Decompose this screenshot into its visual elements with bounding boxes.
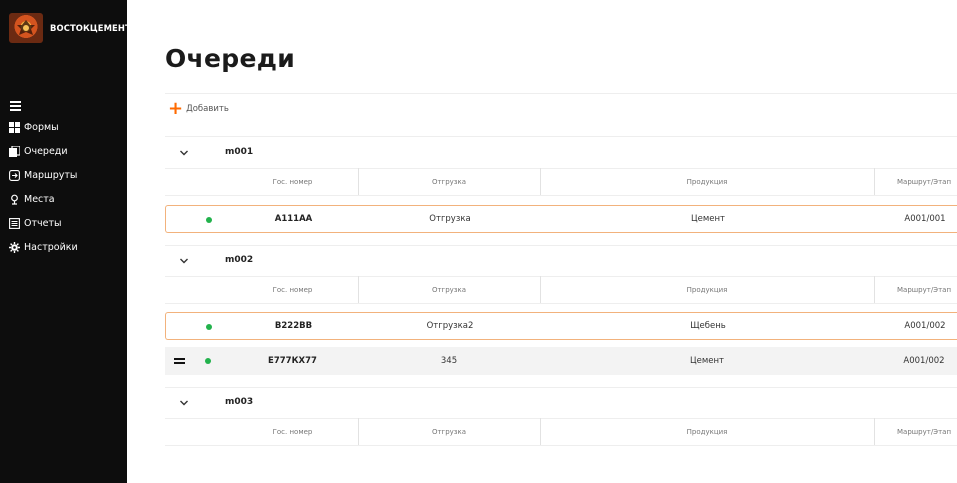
group-name: m002 xyxy=(225,255,254,265)
queues-stack-icon xyxy=(9,146,20,157)
cell-plate: А111АА xyxy=(274,214,313,224)
table-row-dragging[interactable]: Е777КХ77 345 Цемент A001/002 xyxy=(165,347,957,375)
reports-icon xyxy=(9,218,20,229)
places-pin-icon xyxy=(9,194,20,205)
app-root: ВОСТОКЦЕМЕНТ Формы Очереди Маршруты Мест… xyxy=(0,0,957,483)
cell-product: Цемент xyxy=(691,214,725,224)
table-row[interactable]: В222ВВ Отгрузка2 Щебень A001/002 xyxy=(165,312,957,340)
sidebar-item-forms[interactable]: Формы xyxy=(9,121,78,134)
brand-name: ВОСТОКЦЕМЕНТ xyxy=(50,23,131,33)
col-header-shipment[interactable]: Отгрузка xyxy=(358,418,540,445)
sidebar-item-label: Отчеты xyxy=(24,218,62,229)
sidebar-item-label: Маршруты xyxy=(24,170,78,181)
plus-icon: + xyxy=(168,98,184,119)
forms-grid-icon xyxy=(9,122,20,133)
group-header-m002[interactable]: m002 xyxy=(165,246,957,276)
routes-icon xyxy=(9,170,20,181)
cell-plate: Е777КХ77 xyxy=(268,356,317,366)
group-name: m003 xyxy=(225,397,254,407)
sidebar-item-label: Места xyxy=(24,194,55,205)
divider xyxy=(165,445,957,446)
drag-handle-icon[interactable] xyxy=(174,358,185,364)
cell-product: Щебень xyxy=(690,321,726,331)
chevron-down-icon[interactable] xyxy=(179,256,189,266)
cell-shipment: Отгрузка xyxy=(429,214,471,224)
sidebar-item-places[interactable]: Места xyxy=(9,193,78,206)
sidebar-nav: Формы Очереди Маршруты Места Отчеты Наст… xyxy=(9,121,78,265)
chevron-down-icon[interactable] xyxy=(179,148,189,158)
chevron-down-icon[interactable] xyxy=(179,398,189,408)
cell-route: A001/002 xyxy=(904,321,946,331)
main-content: Очереди + Добавить m001 Гос. номер Отгру… xyxy=(127,0,957,483)
column-headers: Гос. номер Отгрузка Продукция Маршрут/Эт… xyxy=(165,168,957,195)
col-header-plate[interactable]: Гос. номер xyxy=(227,276,358,303)
sidebar-item-label: Настройки xyxy=(24,242,78,253)
divider xyxy=(165,195,957,196)
sidebar-item-label: Формы xyxy=(24,122,59,133)
column-headers: Гос. номер Отгрузка Продукция Маршрут/Эт… xyxy=(165,418,957,445)
col-header-route[interactable]: Маршрут/Этап xyxy=(874,168,957,195)
divider xyxy=(165,136,957,137)
add-button[interactable]: + Добавить xyxy=(168,98,229,119)
brand-logo[interactable]: ВОСТОКЦЕМЕНТ xyxy=(9,13,131,43)
cell-route: A001/001 xyxy=(904,214,946,224)
sidebar-item-label: Очереди xyxy=(24,146,68,157)
col-header-product[interactable]: Продукция xyxy=(540,168,874,195)
status-active-icon xyxy=(206,217,212,223)
group-header-m003[interactable]: m003 xyxy=(165,388,957,418)
group-name: m001 xyxy=(225,147,254,157)
col-header-plate[interactable]: Гос. номер xyxy=(227,418,358,445)
settings-gear-icon xyxy=(9,242,20,253)
brand-emblem-icon xyxy=(9,13,43,43)
cell-product: Цемент xyxy=(690,356,724,366)
col-header-plate[interactable]: Гос. номер xyxy=(227,168,358,195)
sidebar-item-queues[interactable]: Очереди xyxy=(9,145,78,158)
page-title: Очереди xyxy=(165,44,296,73)
cell-plate: В222ВВ xyxy=(274,321,313,331)
cell-shipment: 345 xyxy=(440,356,458,366)
col-header-product[interactable]: Продукция xyxy=(540,276,874,303)
table-row[interactable]: А111АА Отгрузка Цемент A001/001 xyxy=(165,205,957,233)
divider xyxy=(165,93,957,94)
add-button-label: Добавить xyxy=(186,104,229,114)
divider xyxy=(165,303,957,304)
menu-hamburger-icon[interactable] xyxy=(10,101,21,111)
group-header-m001[interactable]: m001 xyxy=(165,138,957,168)
sidebar-item-reports[interactable]: Отчеты xyxy=(9,217,78,230)
col-header-product[interactable]: Продукция xyxy=(540,418,874,445)
col-header-shipment[interactable]: Отгрузка xyxy=(358,168,540,195)
cell-route: A001/002 xyxy=(903,356,945,366)
col-header-shipment[interactable]: Отгрузка xyxy=(358,276,540,303)
status-active-icon xyxy=(206,324,212,330)
col-header-route[interactable]: Маршрут/Этап xyxy=(874,276,957,303)
status-active-icon xyxy=(205,358,211,364)
cell-shipment: Отгрузка2 xyxy=(426,321,474,331)
sidebar-item-routes[interactable]: Маршруты xyxy=(9,169,78,182)
column-headers: Гос. номер Отгрузка Продукция Маршрут/Эт… xyxy=(165,276,957,303)
sidebar-item-settings[interactable]: Настройки xyxy=(9,241,78,254)
col-header-route[interactable]: Маршрут/Этап xyxy=(874,418,957,445)
sidebar: ВОСТОКЦЕМЕНТ Формы Очереди Маршруты Мест… xyxy=(0,0,131,483)
